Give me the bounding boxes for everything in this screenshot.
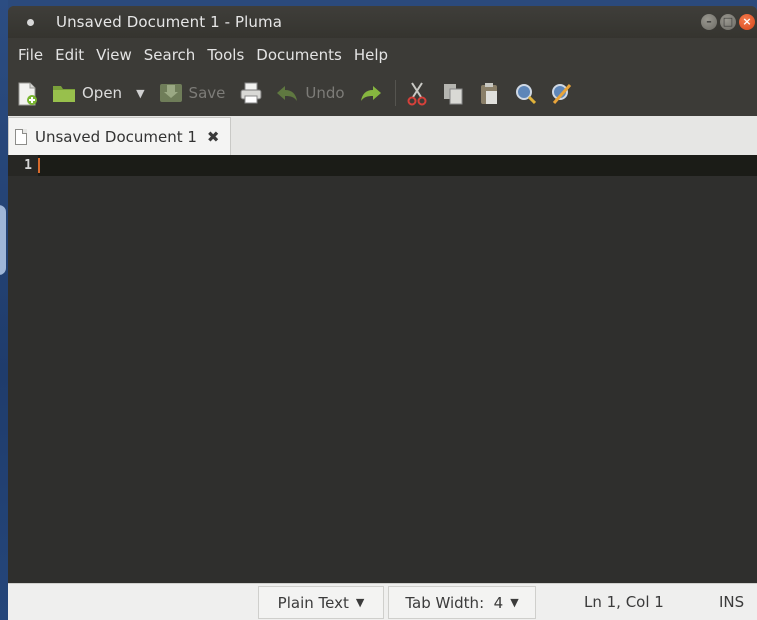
chevron-down-icon: ▼ [355, 596, 365, 609]
paste-button[interactable] [478, 82, 500, 104]
window-menu-icon[interactable] [27, 18, 34, 26]
desktop-icon-fragment [0, 205, 6, 275]
tab-close-icon[interactable]: ✖ [207, 128, 220, 146]
line-number: 1 [8, 155, 38, 176]
menu-search[interactable]: Search [138, 46, 202, 64]
cursor-position: Ln 1, Col 1 [584, 593, 664, 611]
document-tab-bar: Unsaved Document 1 ✖ [8, 115, 757, 155]
text-cursor [38, 158, 40, 173]
new-button[interactable] [16, 82, 38, 106]
language-label: Plain Text [277, 593, 349, 612]
clipboard-icon [478, 82, 500, 104]
redo-icon [359, 82, 381, 104]
save-label: Save [188, 84, 226, 102]
desktop-background [0, 0, 8, 620]
tab-label: Unsaved Document 1 [35, 127, 197, 146]
window-title: Unsaved Document 1 - Pluma [56, 13, 282, 31]
menu-tools[interactable]: Tools [201, 46, 250, 64]
menu-help[interactable]: Help [348, 46, 394, 64]
document-tab[interactable]: Unsaved Document 1 ✖ [8, 117, 231, 155]
menu-documents[interactable]: Documents [250, 46, 348, 64]
editor-area[interactable]: 1 [8, 155, 757, 583]
scissors-icon [406, 82, 428, 106]
folder-icon [52, 82, 75, 104]
undo-icon [275, 82, 298, 104]
tab-width-selector[interactable]: Tab Width: 4 ▼ [388, 586, 536, 619]
window-controls: – □ × [701, 14, 755, 30]
insert-mode: INS [719, 593, 745, 611]
line-number-gutter: 1 [8, 155, 38, 583]
printer-icon [239, 82, 262, 104]
menu-edit[interactable]: Edit [49, 46, 90, 64]
open-button[interactable]: Open ▼ [52, 82, 145, 104]
replace-button[interactable] [550, 82, 572, 104]
title-bar[interactable]: Unsaved Document 1 - Pluma – □ × [8, 6, 757, 38]
save-icon [159, 82, 182, 104]
magnifier-icon [514, 82, 536, 105]
toolbar: Open ▼ Save Undo [8, 71, 757, 115]
print-button[interactable] [239, 82, 262, 104]
pluma-window: Unsaved Document 1 - Pluma – □ × File Ed… [8, 6, 757, 620]
maximize-button[interactable]: □ [720, 14, 736, 30]
save-button[interactable]: Save [159, 82, 226, 104]
chevron-down-icon: ▼ [510, 596, 519, 609]
undo-button[interactable]: Undo [275, 82, 345, 104]
minimize-button[interactable]: – [701, 14, 717, 30]
minimize-icon: – [706, 15, 712, 28]
open-label: Open [82, 84, 123, 102]
tab-width-label: Tab Width: 4 [405, 593, 504, 612]
menu-view[interactable]: View [90, 46, 138, 64]
close-icon: × [742, 15, 752, 28]
current-line-highlight [38, 155, 757, 176]
find-replace-icon [550, 82, 572, 104]
copy-button[interactable] [442, 82, 464, 105]
text-document-icon [15, 128, 27, 145]
toolbar-separator [394, 80, 396, 106]
find-button[interactable] [514, 82, 536, 105]
undo-label: Undo [305, 84, 345, 102]
language-selector[interactable]: Plain Text ▼ [258, 586, 384, 619]
text-view[interactable] [38, 155, 757, 583]
menu-file[interactable]: File [12, 46, 49, 64]
close-window-button[interactable]: × [739, 14, 755, 30]
status-bar: Plain Text ▼ Tab Width: 4 ▼ Ln 1, Col 1 … [8, 583, 757, 620]
open-dropdown-icon[interactable]: ▼ [136, 87, 144, 100]
copy-icon [442, 82, 464, 105]
redo-button[interactable] [359, 82, 381, 104]
new-document-icon [16, 82, 38, 106]
maximize-icon: □ [722, 15, 734, 28]
menu-bar: File Edit View Search Tools Documents He… [8, 38, 757, 71]
cut-button[interactable] [406, 82, 428, 106]
